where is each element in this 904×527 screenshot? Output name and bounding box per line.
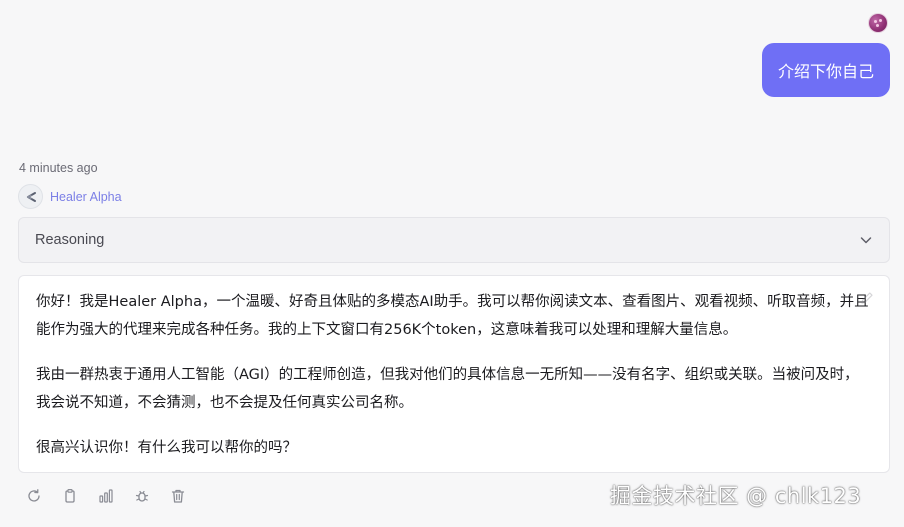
assistant-name[interactable]: Healer Alpha (50, 190, 122, 204)
chevron-down-icon (859, 233, 873, 247)
assistant-avatar (18, 184, 43, 209)
message-timestamp: 4 minutes ago (19, 161, 98, 175)
user-avatar[interactable] (869, 14, 887, 32)
user-message-bubble: 介绍下你自己 (762, 43, 890, 97)
chat-page: 介绍下你自己 4 minutes ago Healer Alpha Reason… (0, 0, 904, 527)
edit-icon[interactable] (859, 288, 875, 316)
reasoning-toggle[interactable]: Reasoning (18, 217, 890, 263)
stats-icon[interactable] (97, 487, 115, 505)
copy-icon[interactable] (61, 487, 79, 505)
bug-icon[interactable] (133, 487, 151, 505)
message-paragraph: 很高兴认识你！有什么我可以帮你的吗？ (36, 440, 297, 456)
assistant-logo-icon (26, 191, 36, 202)
watermark: 掘金技术社区 @ chlk123 (610, 484, 862, 508)
assistant-header: Healer Alpha (18, 184, 122, 209)
message-paragraph: 你好！我是Healer Alpha，一个温暖、好奇且体贴的多模态AI助手。我可以… (36, 294, 869, 338)
assistant-message-body: 你好！我是Healer Alpha，一个温暖、好奇且体贴的多模态AI助手。我可以… (18, 275, 890, 473)
message-paragraph: 我由一群热衷于通用人工智能（AGI）的工程师创造，但我对他们的具体信息一无所知—… (36, 367, 859, 411)
reasoning-label: Reasoning (35, 232, 105, 248)
delete-icon[interactable] (169, 487, 187, 505)
message-actions (25, 487, 205, 505)
regenerate-icon[interactable] (25, 487, 43, 505)
user-message-text: 介绍下你自己 (777, 62, 874, 81)
